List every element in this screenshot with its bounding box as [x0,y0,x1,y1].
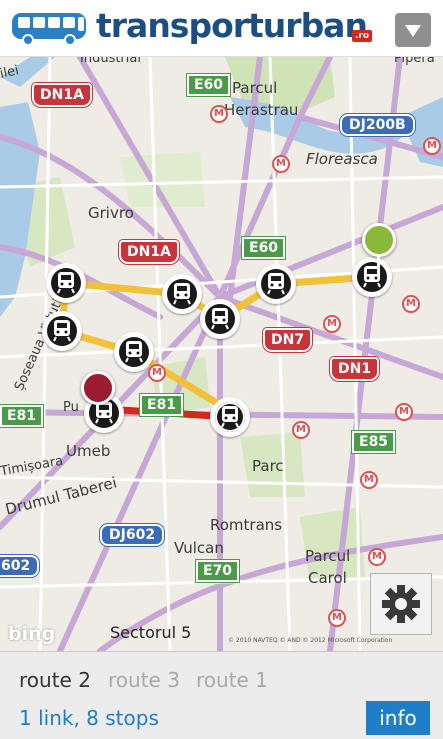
brand-suffix-badge: .ro [352,30,373,42]
metro-icon: M [402,295,420,313]
district-label: Grivro [88,204,134,222]
tab-route-3[interactable]: route 3 [108,668,180,692]
metro-icon: M [395,403,413,421]
metro-icon: M [328,609,346,627]
district-label: Romtrans [210,516,283,534]
district-label: Herastrau [224,101,299,119]
route-stop[interactable] [114,332,154,372]
train-icon [57,272,75,294]
metro-icon: M [272,155,290,173]
road-shield-dn1: DN1 [330,357,380,381]
route-stop[interactable] [162,274,202,314]
bus-icon [12,13,86,46]
metro-icon: M [292,421,310,439]
route-stop[interactable] [352,257,392,297]
road-shield-e60: E60 [187,74,231,96]
road-shield-dn1a: DN1A [32,83,92,107]
train-icon [125,341,143,363]
metro-icon: M [360,471,378,489]
district-label: Floreasca [306,150,378,168]
train-icon [267,273,285,295]
district-label: Parcul [305,547,351,565]
route-panel: route 2 route 3 route 1 1 link, 8 stops … [0,651,443,739]
road-shield-dj200b: DJ200B [340,114,415,136]
app-header: transporturban .ro [0,0,443,57]
district-label: Carol [308,569,347,587]
bing-logo: bing [8,623,56,645]
train-icon [53,320,71,342]
district-label: Pu [63,400,79,415]
tab-route-2[interactable]: route 2 [19,668,91,692]
metro-icon: M [323,315,341,333]
metro-icon: M [423,137,441,155]
route-stop-selected[interactable] [210,397,250,437]
district-label: Umeb [66,442,111,460]
district-label: Parc [252,457,284,475]
triangle-down-icon [405,25,421,37]
road-shield-dj602: DJ602 [100,524,165,546]
district-label: Industrial [80,57,141,66]
district-label: Parcul [232,79,278,97]
info-button[interactable]: info [366,701,430,735]
district-label: Piperă [394,57,435,66]
brand-part-1: transport [96,6,264,45]
train-icon [173,283,191,305]
train-icon [363,266,381,288]
district-label: Sectorul 5 [110,623,192,642]
metro-icon: M [368,548,386,566]
road-shield-602: 602 [0,555,40,577]
road-shield-e85: E85 [352,431,396,453]
metro-icon: M [210,105,228,123]
district-label: Vulcan [174,539,224,557]
brand-title: transporturban [96,6,368,45]
road-shield-dn1a: DN1A [119,240,179,264]
road-shield-dn7: DN7 [263,328,313,352]
train-icon [221,406,239,428]
road-shield-e81: E81 [140,394,184,416]
route-stop[interactable] [256,264,296,304]
tab-route-1[interactable]: route 1 [196,668,268,692]
road-shield-e70: E70 [196,560,240,582]
map-view[interactable]: Parcul Herastrau Floreasca Grivro Parc U… [0,57,443,651]
route-stop[interactable] [200,299,240,339]
road-shield-e81: E81 [0,405,44,427]
train-icon [211,308,229,330]
route-stop[interactable] [42,311,82,351]
map-copyright: © 2010 NAVTEQ © AND © 2012 Microsoft Cor… [228,637,393,644]
menu-dropdown-button[interactable] [395,13,431,47]
route-summary-link[interactable]: 1 link, 8 stops [19,706,159,730]
road-shield-e60: E60 [242,237,286,259]
gear-icon [382,585,420,623]
settings-button[interactable] [370,573,432,635]
route-stop[interactable] [46,263,86,303]
metro-icon: M [148,364,166,382]
